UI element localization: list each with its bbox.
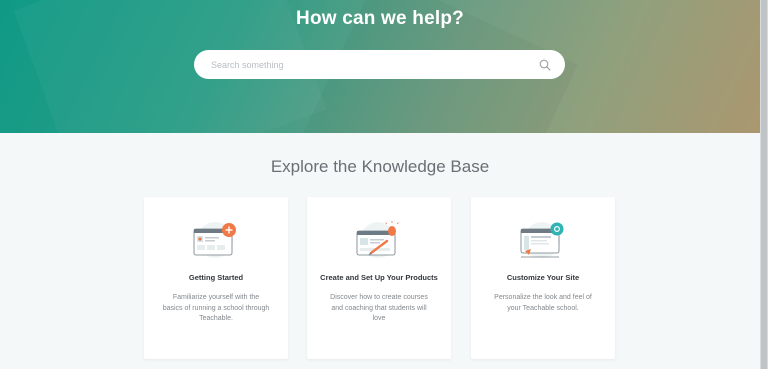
card-title: Getting Started <box>188 273 244 282</box>
customize-site-illustration <box>520 222 564 258</box>
card-title: Create and Set Up Your Products <box>320 273 438 282</box>
hero-banner: How can we help? <box>0 0 760 133</box>
getting-started-illustration <box>193 222 236 258</box>
card-description: Discover how to create courses and coach… <box>330 294 428 322</box>
card-customize-site[interactable]: Customize Your Site Personalize the look… <box>471 197 615 359</box>
card-getting-started[interactable]: Getting Started Familiarize yourself wit… <box>144 197 288 359</box>
search-bar[interactable] <box>194 50 565 79</box>
products-illustration <box>356 221 399 258</box>
card-create-products[interactable]: Create and Set Up Your Products Discover… <box>307 197 451 359</box>
card-description: Familiarize yourself with the basics of … <box>162 294 270 322</box>
page-scrollbar[interactable] <box>760 0 768 369</box>
search-icon[interactable] <box>539 59 551 71</box>
card-title: Customize Your Site <box>506 273 580 282</box>
section-title: Explore the Knowledge Base <box>270 157 490 176</box>
hero-title: How can we help? <box>296 8 464 29</box>
search-input[interactable] <box>211 59 539 70</box>
scrollbar-thumb[interactable] <box>761 0 767 369</box>
card-description: Personalize the look and feel of your Te… <box>494 294 592 312</box>
